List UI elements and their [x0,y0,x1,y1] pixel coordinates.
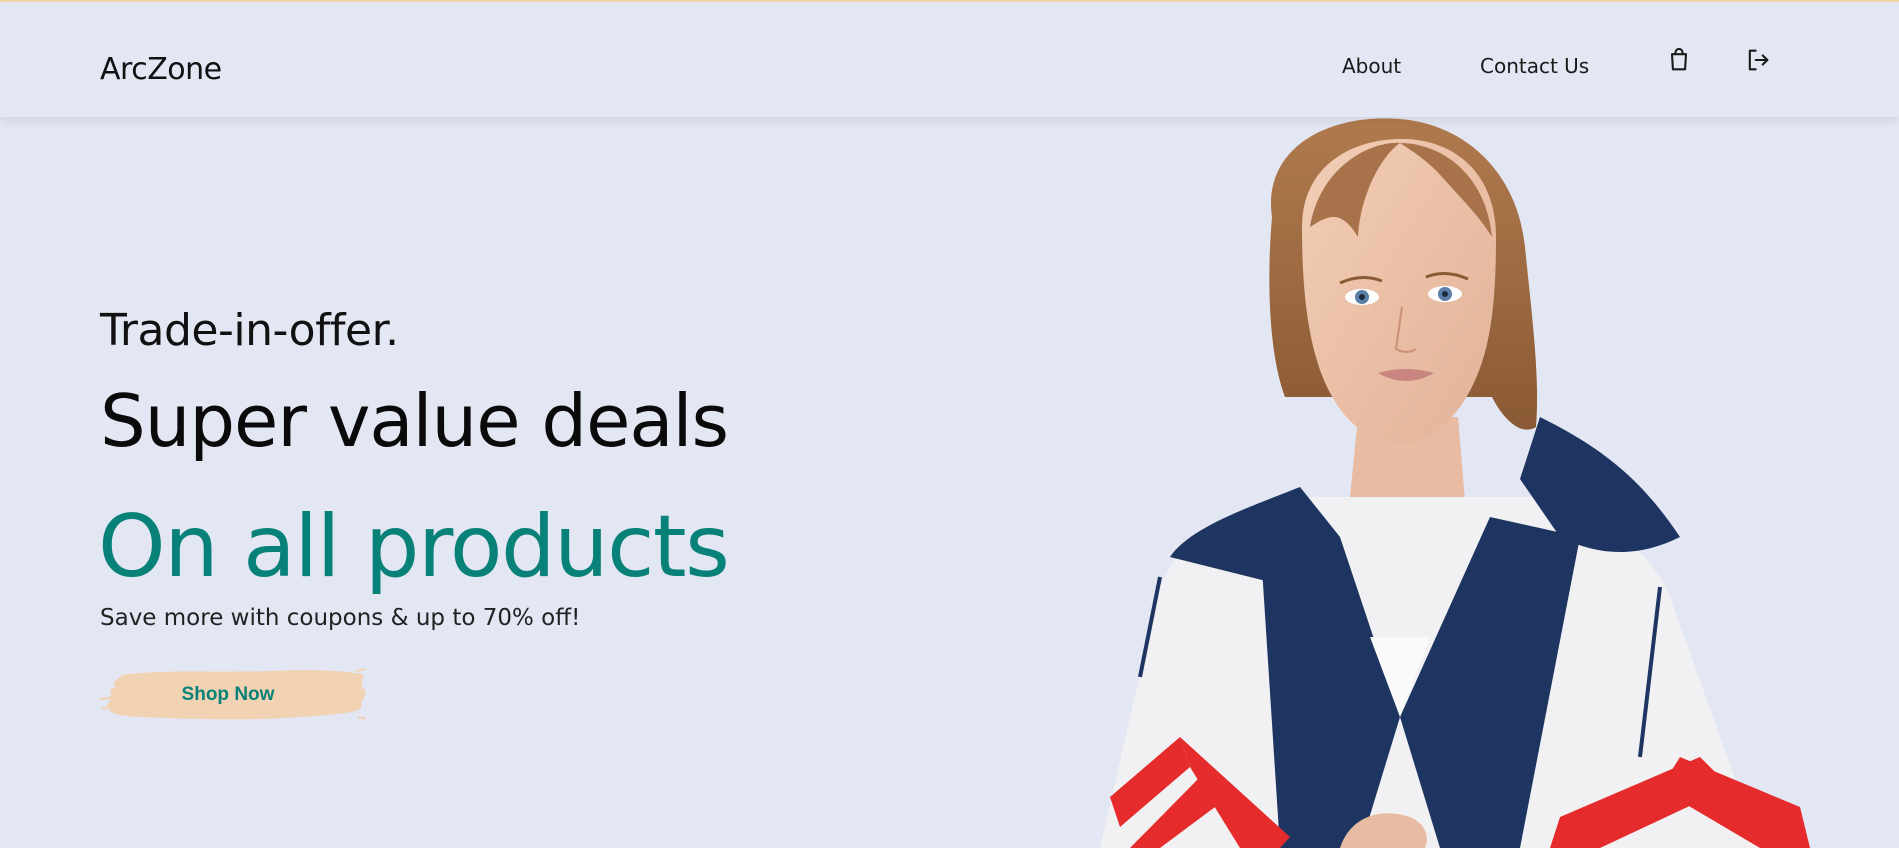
site-header: ArcZone About Contact Us [0,2,1899,117]
hero-eyebrow: Trade-in-offer. [100,305,399,356]
hero-model-image [1100,118,1810,848]
shopping-bag-icon[interactable] [1665,46,1693,74]
shop-now-button[interactable]: Shop Now [100,665,368,725]
shop-now-label: Shop Now [181,684,275,705]
hero-highlight: On all products [98,497,730,597]
hero-section: Trade-in-offer. Super value deals On all… [0,117,1899,848]
logout-icon[interactable] [1744,46,1772,74]
nav-contact-link[interactable]: Contact Us [1480,54,1589,78]
nav-about-link[interactable]: About [1342,54,1401,78]
brand-logo[interactable]: ArcZone [100,52,222,87]
hero-headline: Super value deals [100,379,729,463]
hero-subtext: Save more with coupons & up to 70% off! [100,605,581,631]
